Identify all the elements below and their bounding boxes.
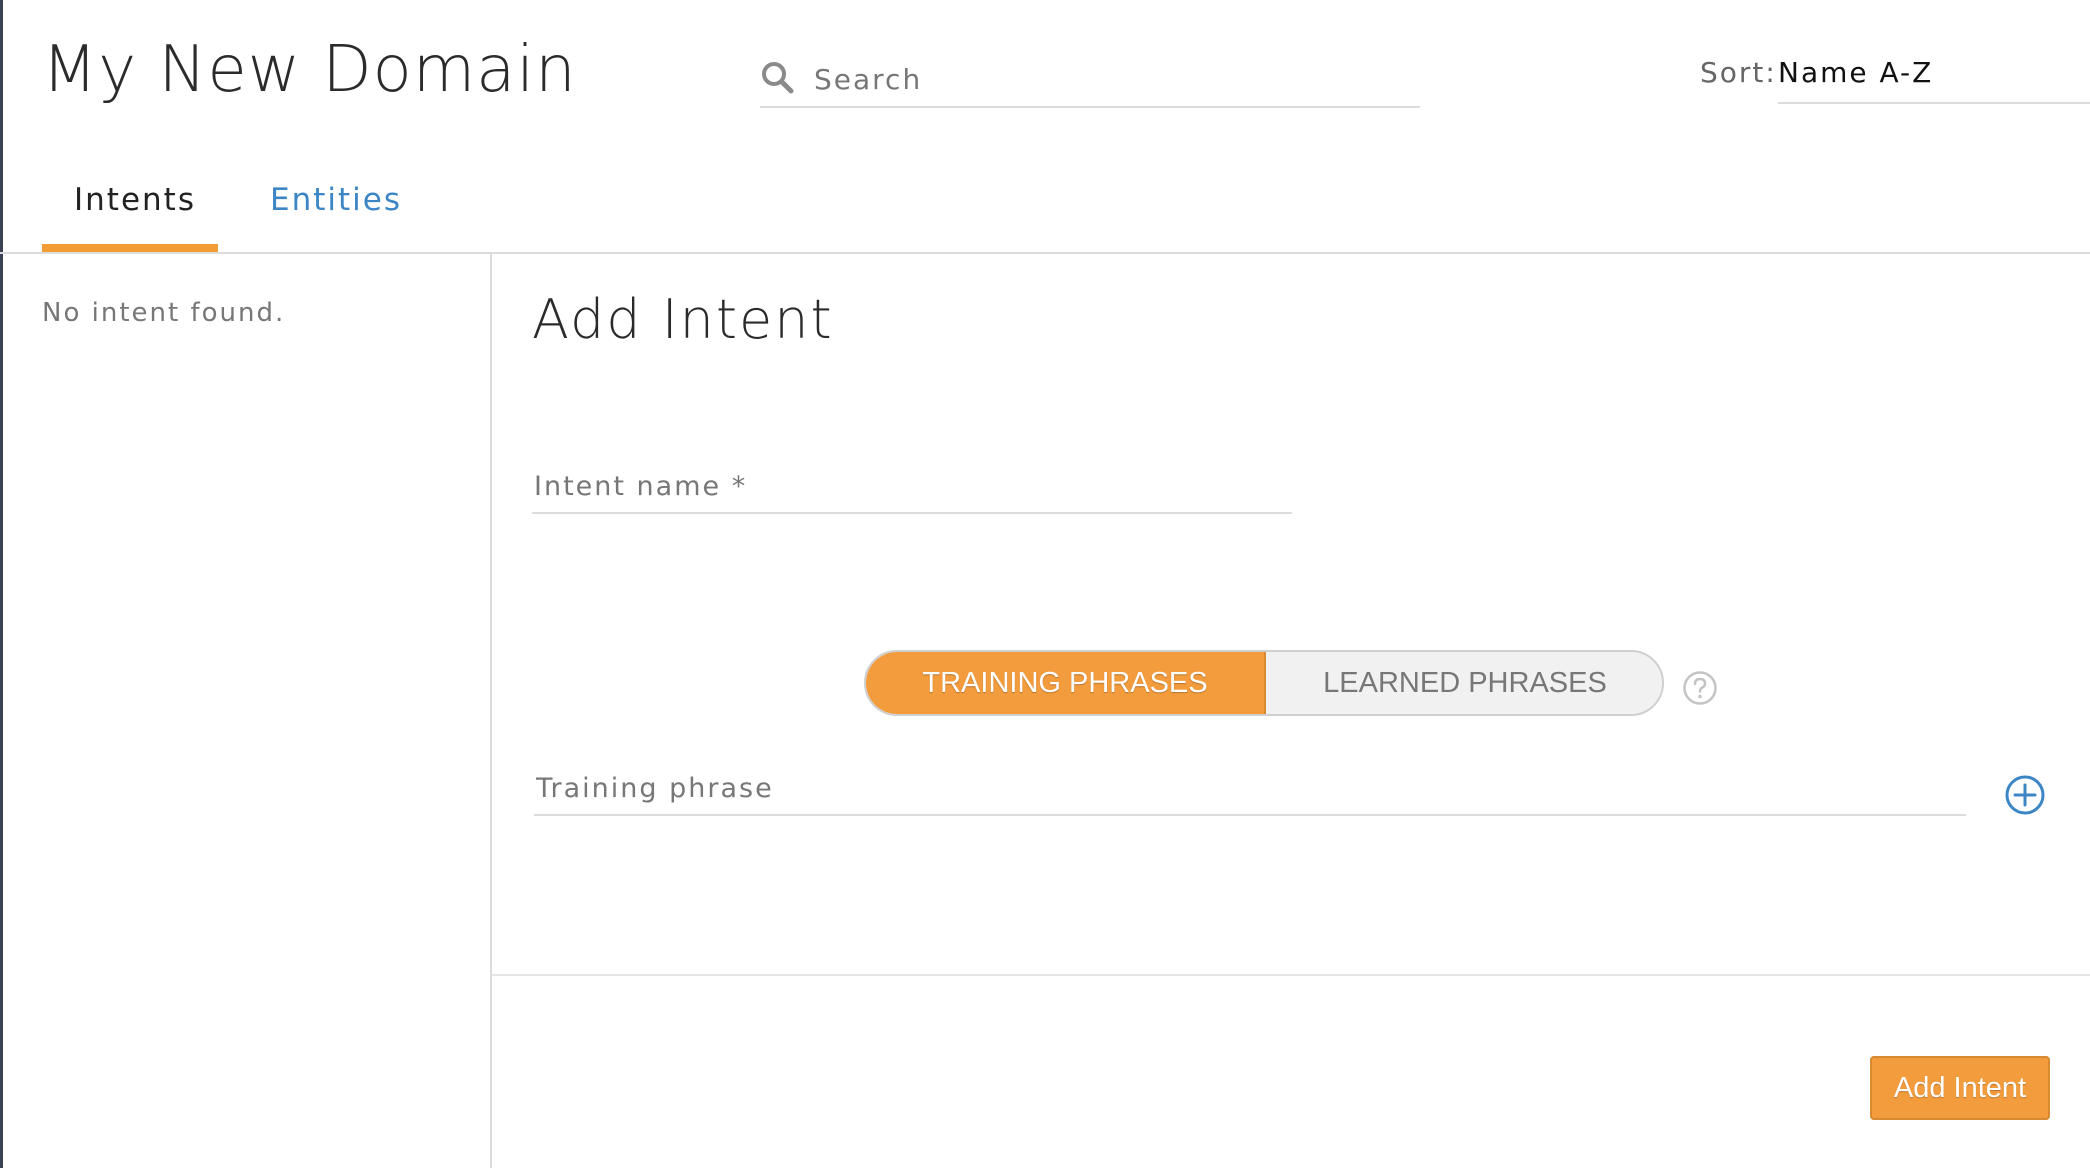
- form-footer-divider: [492, 974, 2090, 976]
- sidebar-divider: [490, 252, 492, 1168]
- form-heading: Add Intent: [532, 288, 834, 351]
- intent-name-input[interactable]: [532, 462, 1296, 510]
- window-edge: [0, 0, 3, 1168]
- training-phrases-toggle-button[interactable]: TRAINING PHRASES: [866, 652, 1266, 714]
- search-bar[interactable]: [760, 54, 1420, 108]
- question-circle-icon[interactable]: [1682, 670, 1718, 706]
- intent-name-field[interactable]: [532, 462, 1296, 514]
- phrase-type-toggle: TRAINING PHRASES LEARNED PHRASES: [864, 650, 1664, 716]
- sort-label: Sort:: [1700, 56, 1777, 89]
- training-phrase-field[interactable]: [534, 764, 1970, 816]
- search-input[interactable]: [812, 56, 1406, 102]
- tab-intents[interactable]: Intents: [74, 182, 196, 218]
- plus-circle-icon[interactable]: [2004, 774, 2046, 816]
- tabs-divider: [0, 252, 2090, 254]
- sort-value: Name A-Z: [1778, 56, 1934, 89]
- sort-select[interactable]: Name A-Z: [1778, 52, 2090, 104]
- page: My New Domain Sort: Name A-Z Intents Ent…: [0, 0, 2090, 1168]
- intent-list-empty-message: No intent found.: [42, 298, 286, 328]
- search-icon: [762, 62, 794, 94]
- learned-phrases-toggle-button[interactable]: LEARNED PHRASES: [1266, 652, 1662, 714]
- add-intent-button[interactable]: Add Intent: [1870, 1056, 2050, 1120]
- training-phrase-input[interactable]: [534, 764, 1970, 812]
- tab-entities[interactable]: Entities: [270, 182, 402, 218]
- active-tab-indicator: [42, 244, 218, 252]
- page-title: My New Domain: [42, 33, 577, 107]
